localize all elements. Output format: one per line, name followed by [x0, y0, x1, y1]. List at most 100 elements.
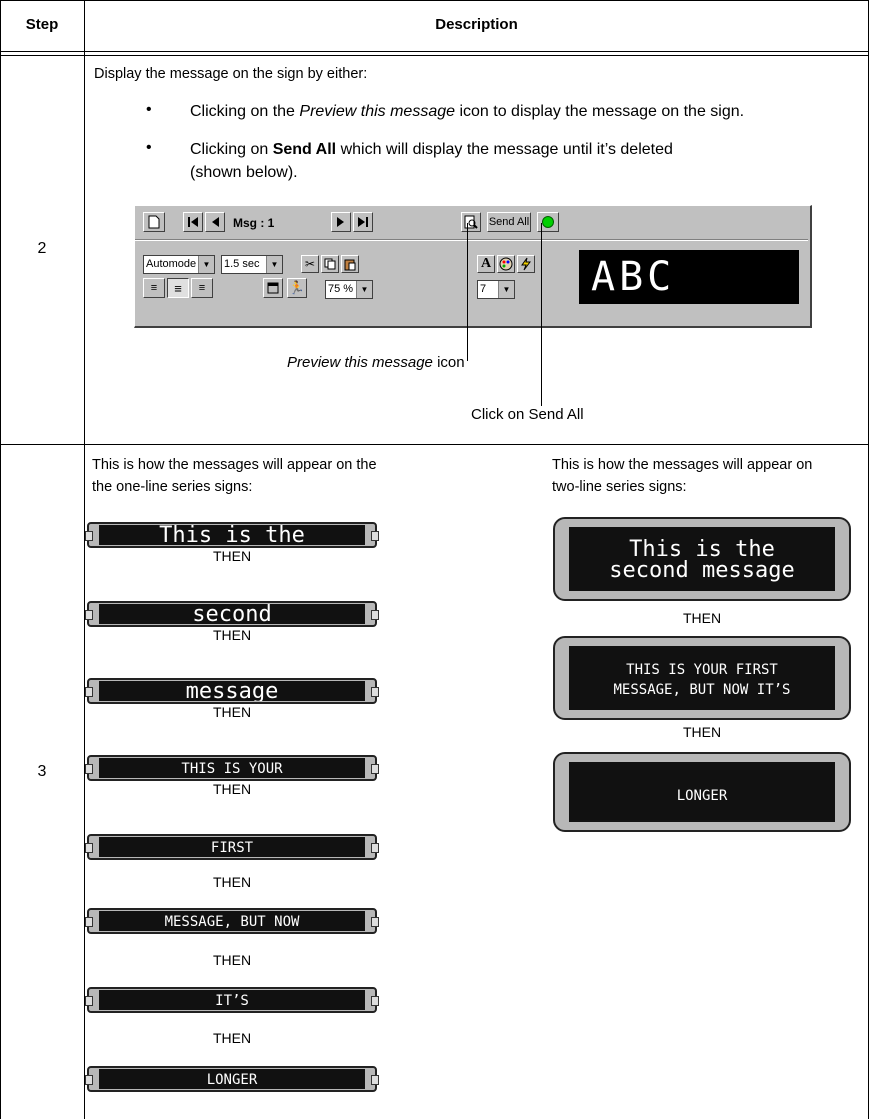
sign-line-1: This is the — [629, 537, 775, 562]
frame-icon — [267, 282, 279, 294]
paste-icon — [344, 259, 356, 270]
sign-mount-right — [371, 531, 379, 541]
one-line-sign: THIS IS YOUR — [85, 755, 379, 781]
two-line-sign: LONGER — [553, 752, 851, 832]
sign-line-2: second message — [609, 558, 795, 583]
row-divider — [0, 444, 869, 445]
then-label: THEN — [682, 724, 722, 740]
sign-mount-right — [371, 610, 379, 620]
effects-button[interactable] — [517, 255, 535, 273]
sign-screen: This is the second message — [569, 527, 835, 591]
scissors-icon: ✂ — [304, 257, 316, 271]
send-all-button[interactable]: Send All — [487, 212, 531, 232]
one-line-sign: LONGER — [85, 1066, 379, 1092]
preview-callout-rest: icon — [432, 354, 465, 371]
next-icon — [337, 217, 344, 227]
step-2-intro: Display the message on the sign by eithe… — [94, 66, 368, 82]
new-message-button[interactable] — [143, 212, 165, 232]
toolbar-separator-light — [135, 240, 808, 241]
align-center-button[interactable]: ≡ — [167, 278, 189, 298]
header-description: Description — [435, 16, 518, 33]
one-line-sign: FIRST — [85, 834, 379, 860]
preview-message-button[interactable] — [461, 212, 481, 232]
previous-icon — [212, 217, 219, 227]
table-border-left — [0, 0, 1, 1119]
bullet-1-post: icon to display the message on the sign. — [455, 103, 745, 120]
sign-mount-left — [85, 843, 93, 853]
sign-mount-left — [85, 1075, 93, 1085]
preview-callout-em: Preview this message — [287, 354, 433, 371]
skip-first-icon — [188, 217, 198, 227]
first-message-button[interactable] — [183, 212, 203, 232]
header-divider-2 — [0, 55, 869, 56]
paste-button[interactable] — [341, 255, 359, 273]
then-label: THEN — [212, 874, 252, 890]
display-mode-select[interactable]: Automode ▼ — [143, 255, 215, 274]
animation-button[interactable]: 🏃 — [287, 278, 307, 298]
sign-mount-left — [85, 687, 93, 697]
chevron-down-icon: ▼ — [198, 256, 214, 273]
font-a-icon: A — [480, 256, 492, 271]
align-left-icon: ≡ — [150, 282, 158, 294]
align-right-button[interactable]: ≡ — [191, 278, 213, 298]
running-figure-icon: 🏃 — [288, 280, 306, 295]
sign-screen: LONGER — [99, 1069, 365, 1089]
bullet-1-em: Preview this message — [299, 103, 456, 120]
one-line-sign: This is the — [85, 522, 379, 548]
one-line-sign: second — [85, 601, 379, 627]
sendall-callout-label: Click on Send All — [471, 406, 584, 423]
font-size-select[interactable]: 7 ▼ — [477, 280, 515, 299]
speed-value: 1.5 sec — [224, 258, 260, 270]
skip-last-icon — [358, 217, 368, 227]
sign-screen: This is the — [99, 525, 365, 545]
font-button[interactable]: A — [477, 255, 495, 273]
bullet-2-bold: Send All — [272, 141, 337, 158]
bullet-2-line2: (shown below). — [190, 164, 298, 181]
last-message-button[interactable] — [353, 212, 373, 232]
green-status-icon — [542, 216, 554, 228]
zoom-select[interactable]: 75 % ▼ — [325, 280, 373, 299]
sign-line-1: LONGER — [676, 788, 728, 804]
then-label: THEN — [212, 781, 252, 797]
color-button[interactable] — [497, 255, 515, 273]
sign-mount-left — [85, 917, 93, 927]
sign-mount-right — [371, 1075, 379, 1085]
bullet-1-pre: Clicking on the — [190, 103, 300, 120]
sign-screen: message — [99, 681, 365, 701]
sign-screen: IT’S — [99, 990, 365, 1010]
chevron-down-icon: ▼ — [356, 281, 372, 298]
one-line-sign: message — [85, 678, 379, 704]
align-right-icon: ≡ — [198, 282, 206, 294]
cut-button[interactable]: ✂ — [301, 255, 319, 273]
sign-mount-right — [371, 996, 379, 1006]
table-column-divider — [84, 0, 85, 1119]
preview-callout-label: Preview this message icon — [287, 354, 465, 371]
sign-mount-left — [85, 610, 93, 620]
copy-button[interactable] — [321, 255, 339, 273]
font-size-value: 7 — [480, 283, 487, 295]
speed-select[interactable]: 1.5 sec ▼ — [221, 255, 283, 274]
two-line-sign: This is the second message — [553, 517, 851, 601]
new-document-icon — [148, 215, 160, 229]
align-left-button[interactable]: ≡ — [143, 278, 165, 298]
sign-screen: LONGER — [569, 762, 835, 822]
lightning-icon — [521, 257, 531, 271]
then-label: THEN — [212, 627, 252, 643]
sign-mount-left — [85, 531, 93, 541]
then-label: THEN — [212, 704, 252, 720]
next-message-button[interactable] — [331, 212, 351, 232]
two-line-sign: THIS IS YOUR FIRST MESSAGE, BUT NOW IT’S — [553, 636, 851, 720]
frame-button[interactable] — [263, 278, 283, 298]
sign-mount-right — [371, 843, 379, 853]
sign-screen: second — [99, 604, 365, 624]
bullet-2-text: Clicking on Send All which will display … — [190, 141, 673, 159]
sign-screen: FIRST — [99, 837, 365, 857]
previous-message-button[interactable] — [205, 212, 225, 232]
palette-icon — [499, 257, 513, 271]
two-line-intro-2: two-line series signs: — [552, 479, 687, 495]
align-center-icon: ≡ — [174, 280, 182, 296]
sign-line-2: MESSAGE, BUT NOW IT’S — [613, 682, 791, 698]
sign-screen: THIS IS YOUR FIRST MESSAGE, BUT NOW IT’S — [569, 646, 835, 710]
bullet-1-dot: • — [146, 101, 152, 118]
then-label: THEN — [212, 548, 252, 564]
